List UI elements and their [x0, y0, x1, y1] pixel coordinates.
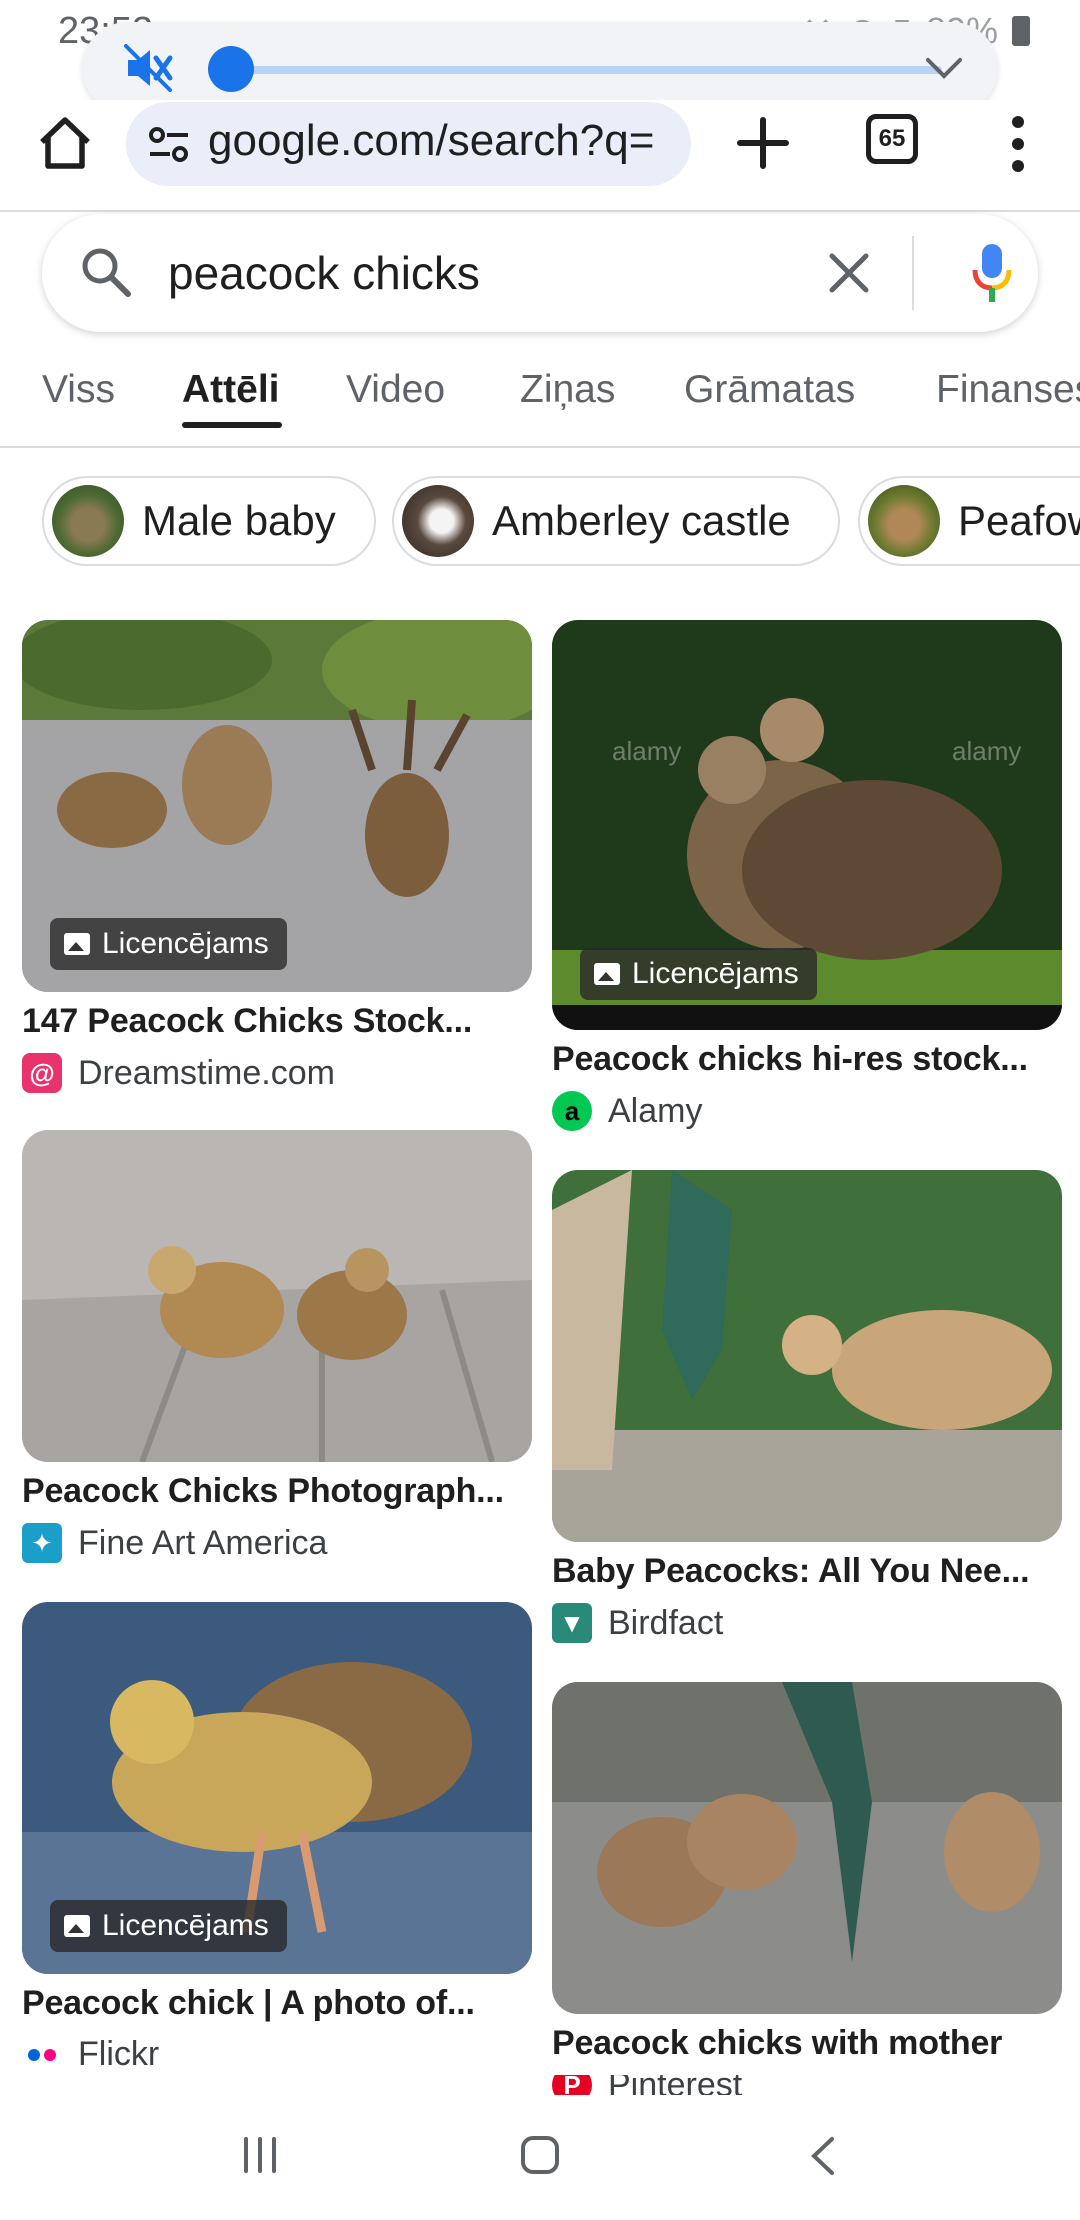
- source-name: Fine Art America: [78, 1523, 328, 1562]
- fineartamerica-icon: ✦: [22, 1523, 62, 1563]
- result-image[interactable]: alamy alamy Licencējams: [552, 620, 1062, 1030]
- badge-label: Licencējams: [102, 927, 269, 960]
- battery-icon: [1012, 16, 1030, 46]
- new-tab-plus-icon[interactable]: [734, 114, 792, 172]
- overflow-menu-icon[interactable]: [1000, 114, 1036, 174]
- badge-label: Licencējams: [102, 1909, 269, 1942]
- source-name: Birdfact: [608, 1603, 724, 1642]
- result-card[interactable]: Peacock Chicks Photograph... ✦ Fine Art …: [22, 1130, 532, 1563]
- pinterest-icon: P: [552, 2075, 592, 2095]
- result-image[interactable]: [552, 1682, 1062, 2014]
- result-source[interactable]: Flickr: [22, 2035, 532, 2074]
- watermark-text: alamy: [952, 736, 1021, 766]
- tab-images[interactable]: Attēli: [182, 368, 280, 412]
- search-tabs: Viss Attēli Video Ziņas Grāmatas Finanse…: [0, 348, 1080, 448]
- clear-icon[interactable]: [826, 250, 872, 296]
- result-image[interactable]: Licencējams: [22, 620, 532, 992]
- license-badge: Licencējams: [580, 948, 817, 1000]
- chip-label: Amberley castle: [492, 497, 791, 544]
- result-card[interactable]: Licencējams Peacock chick | A photo of..…: [22, 1602, 532, 2074]
- tab-all[interactable]: Viss: [42, 368, 115, 412]
- back-icon[interactable]: [808, 2135, 838, 2177]
- tab-video[interactable]: Video: [346, 368, 445, 412]
- volume-slider-track[interactable]: [212, 66, 942, 74]
- result-card[interactable]: alamy alamy Licencējams Peacock chicks h…: [552, 620, 1062, 1131]
- mute-icon[interactable]: [124, 44, 174, 92]
- image-icon: [64, 933, 90, 955]
- watermark-text: alamy: [612, 736, 681, 766]
- toolbar-divider: [0, 210, 1080, 212]
- home-nav-icon[interactable]: [520, 2135, 560, 2175]
- tab-news[interactable]: Ziņas: [520, 368, 615, 412]
- peacock-chicks-with-mother-photo: [552, 1682, 1062, 2014]
- result-title[interactable]: Peacock chicks hi-res stock...: [552, 1040, 1062, 1079]
- url-text[interactable]: google.com/search?q=: [208, 116, 678, 166]
- result-title[interactable]: Peacock chick | A photo of...: [22, 1984, 532, 2023]
- chip-label: Peafowl: [958, 497, 1080, 544]
- result-source[interactable]: @ Dreamstime.com: [22, 1053, 532, 1093]
- alamy-a-icon: a: [552, 1091, 592, 1131]
- chip-thumbnail: [402, 485, 474, 557]
- chip-label: Male baby: [142, 497, 336, 544]
- result-card[interactable]: Peacock chicks with mother P Pinterest: [552, 1682, 1062, 2095]
- search-box[interactable]: peacock chicks: [42, 214, 1038, 332]
- home-icon[interactable]: [34, 112, 96, 174]
- recents-icon[interactable]: [240, 2135, 280, 2175]
- browser-toolbar: google.com/search?q= 65: [0, 100, 1080, 210]
- tab-books[interactable]: Grāmatas: [684, 368, 855, 412]
- result-source[interactable]: P Pinterest: [552, 2075, 1062, 2095]
- chip-male-baby[interactable]: Male baby: [42, 476, 376, 566]
- tabs-divider: [0, 446, 1080, 448]
- chip-thumbnail: [52, 485, 124, 557]
- result-title[interactable]: Baby Peacocks: All You Nee...: [552, 1552, 1062, 1591]
- source-name: Flickr: [78, 2035, 160, 2073]
- result-card[interactable]: Licencējams 147 Peacock Chicks Stock... …: [22, 620, 532, 1093]
- result-source[interactable]: ✦ Fine Art America: [22, 1523, 532, 1563]
- flickr-dots-icon: [22, 2048, 62, 2061]
- result-source[interactable]: ▼ Birdfact: [552, 1603, 1062, 1643]
- image-icon: [594, 963, 620, 985]
- source-name: Alamy: [608, 1091, 703, 1130]
- peahen-and-chick-photo: [552, 1170, 1062, 1542]
- birdfact-icon: ▼: [552, 1603, 592, 1643]
- chip-peafowl[interactable]: Peafowl: [858, 476, 1080, 566]
- result-image[interactable]: Licencējams: [22, 1602, 532, 1974]
- result-source[interactable]: a Alamy: [552, 1091, 1062, 1131]
- search-icon: [82, 248, 131, 297]
- peacock-chicks-photo: [22, 1130, 532, 1462]
- chip-thumbnail: [868, 485, 940, 557]
- site-settings-icon[interactable]: [148, 124, 190, 166]
- refinement-chips: Male baby Amberley castle Peafowl: [0, 470, 1080, 570]
- search-input[interactable]: peacock chicks: [168, 246, 480, 300]
- result-title[interactable]: Peacock Chicks Photograph...: [22, 1472, 532, 1511]
- chip-amberley-castle[interactable]: Amberley castle: [392, 476, 840, 566]
- result-image[interactable]: [22, 1130, 532, 1462]
- url-bar[interactable]: google.com/search?q=: [126, 102, 691, 186]
- license-badge: Licencējams: [50, 1900, 287, 1952]
- tab-count: 65: [878, 125, 906, 152]
- tab-finance[interactable]: Finanses: [936, 368, 1080, 412]
- result-image[interactable]: [552, 1170, 1062, 1542]
- source-name: Pinterest: [608, 2075, 743, 2095]
- image-icon: [64, 1915, 90, 1937]
- result-title[interactable]: 147 Peacock Chicks Stock...: [22, 1002, 532, 1041]
- result-card[interactable]: Baby Peacocks: All You Nee... ▼ Birdfact: [552, 1170, 1062, 1643]
- microphone-icon[interactable]: [972, 242, 1012, 304]
- search-divider: [912, 236, 914, 310]
- badge-label: Licencējams: [632, 957, 799, 990]
- dreamstime-swirl-icon: @: [22, 1053, 62, 1093]
- source-name: Dreamstime.com: [78, 1053, 335, 1092]
- result-title[interactable]: Peacock chicks with mother: [552, 2024, 1062, 2063]
- chevron-down-icon[interactable]: [924, 50, 964, 86]
- tab-switcher-button[interactable]: 65: [866, 114, 918, 164]
- system-nav-bar: [0, 2095, 1080, 2220]
- license-badge: Licencējams: [50, 918, 287, 970]
- volume-slider-thumb[interactable]: [208, 46, 254, 92]
- active-tab-indicator: [182, 422, 282, 428]
